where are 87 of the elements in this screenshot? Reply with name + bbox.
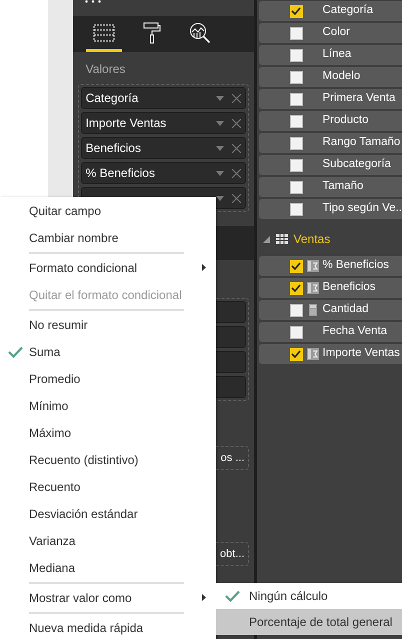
checkbox[interactable] (290, 4, 302, 18)
field-name: Cantidad (322, 302, 369, 318)
field-row[interactable]: Producto (258, 111, 402, 131)
more-icon[interactable] (84, 0, 101, 3)
checkbox[interactable] (290, 202, 302, 216)
checkbox[interactable] (290, 348, 302, 360)
menu-item[interactable]: Mínimo (0, 392, 216, 419)
table-group-header[interactable]: Ventas (258, 224, 402, 254)
menu-item[interactable]: Formato condicional (0, 254, 216, 281)
field-name: Fecha Venta (322, 324, 388, 340)
menu-item[interactable]: Quitar campo (0, 197, 216, 224)
checkbox[interactable] (290, 158, 302, 172)
field-row[interactable]: Primera Venta (258, 89, 402, 109)
calculator-icon (306, 348, 318, 360)
field-name: Categoría (322, 3, 374, 18)
field-row[interactable]: Rango Tamaño (258, 133, 402, 153)
menu-item[interactable]: No resumir (0, 311, 216, 338)
calculator-icon (306, 260, 318, 272)
paint-roller-icon (142, 22, 161, 44)
submenu-arrow-icon (202, 594, 206, 601)
menu-item[interactable]: Recuento (0, 473, 216, 500)
close-icon[interactable] (232, 168, 241, 178)
field-row[interactable]: Importe Ventas (258, 344, 402, 364)
field-row[interactable]: Fecha Venta (258, 322, 402, 342)
field-name: % Beneficios (322, 258, 389, 274)
checkbox[interactable] (290, 92, 302, 106)
close-icon[interactable] (232, 94, 241, 102)
field-well-item[interactable]: Beneficios (80, 137, 246, 159)
field-name: Modelo (322, 69, 360, 84)
field-well-item[interactable]: % Beneficios (80, 162, 246, 184)
expand-triangle-icon[interactable] (262, 236, 270, 242)
menu-item[interactable]: Mediana (0, 554, 216, 581)
field-row[interactable]: Beneficios (258, 278, 402, 298)
caret-icon[interactable] (216, 196, 224, 200)
field-name: Rango Tamaño (322, 135, 400, 150)
field-row[interactable]: Tipo según Ve.. (258, 199, 402, 219)
field-name: Producto (322, 113, 369, 128)
checkbox[interactable] (290, 70, 302, 84)
well-label: Valores (84, 61, 126, 78)
field-name: Beneficios (322, 280, 376, 296)
field-well-item[interactable]: Importe Ventas (80, 112, 246, 134)
field-row[interactable]: Categoría (258, 1, 402, 21)
field-name: Color (322, 25, 350, 40)
field-well-item[interactable]: Categoría (80, 87, 246, 109)
field-name: Primera Venta (322, 91, 396, 106)
submenu-arrow-icon (202, 264, 206, 271)
magnifier-chart-icon (188, 22, 211, 44)
field-name: Tamaño (322, 179, 364, 194)
checkbox[interactable] (290, 282, 302, 294)
menu-item[interactable]: Suma (0, 338, 216, 365)
field-name: Línea (322, 47, 352, 62)
calculator-icon (306, 282, 318, 294)
check-icon (8, 346, 23, 358)
field-row[interactable]: Color (258, 23, 402, 43)
menu-item[interactable]: Mostrar valor como (0, 584, 216, 611)
field-row[interactable]: Tamaño (258, 177, 402, 197)
field-name: Importe Ventas (322, 346, 400, 362)
field-row[interactable]: % Beneficios (258, 256, 402, 276)
field-row[interactable]: Línea (258, 45, 402, 65)
checkbox[interactable] (290, 114, 302, 128)
field-row[interactable]: Cantidad (258, 300, 402, 320)
checkbox[interactable] (290, 260, 302, 272)
menu-item[interactable]: Porcentaje de total general (216, 609, 402, 635)
close-icon[interactable] (232, 194, 241, 202)
menu-item[interactable]: Máximo (0, 419, 216, 446)
close-icon[interactable] (232, 118, 241, 128)
field-name: Subcategoría (322, 157, 391, 172)
field-name: Tipo según Ve.. (322, 201, 402, 216)
checkbox[interactable] (290, 304, 302, 316)
checkbox[interactable] (290, 180, 302, 194)
menu-item[interactable]: Varianza (0, 527, 216, 554)
field-row[interactable]: Modelo (258, 67, 402, 87)
menu-item[interactable]: Cambiar nombre (0, 224, 216, 251)
close-icon[interactable] (232, 144, 241, 152)
checkbox[interactable] (290, 48, 302, 62)
menu-item[interactable]: Desviación estándar (0, 500, 216, 527)
checkbox[interactable] (290, 326, 302, 338)
table-icon (276, 234, 288, 244)
checkbox[interactable] (290, 26, 302, 40)
menu-item[interactable]: Nueva medida rápida (0, 614, 216, 639)
table-icon (92, 24, 115, 42)
field-row[interactable]: Subcategoría (258, 155, 402, 175)
menu-item[interactable]: Recuento (distintivo) (0, 446, 216, 473)
menu-item[interactable]: Promedio (0, 365, 216, 392)
calculator-icon (308, 304, 316, 316)
check-icon (225, 590, 240, 602)
checkbox[interactable] (290, 136, 302, 150)
